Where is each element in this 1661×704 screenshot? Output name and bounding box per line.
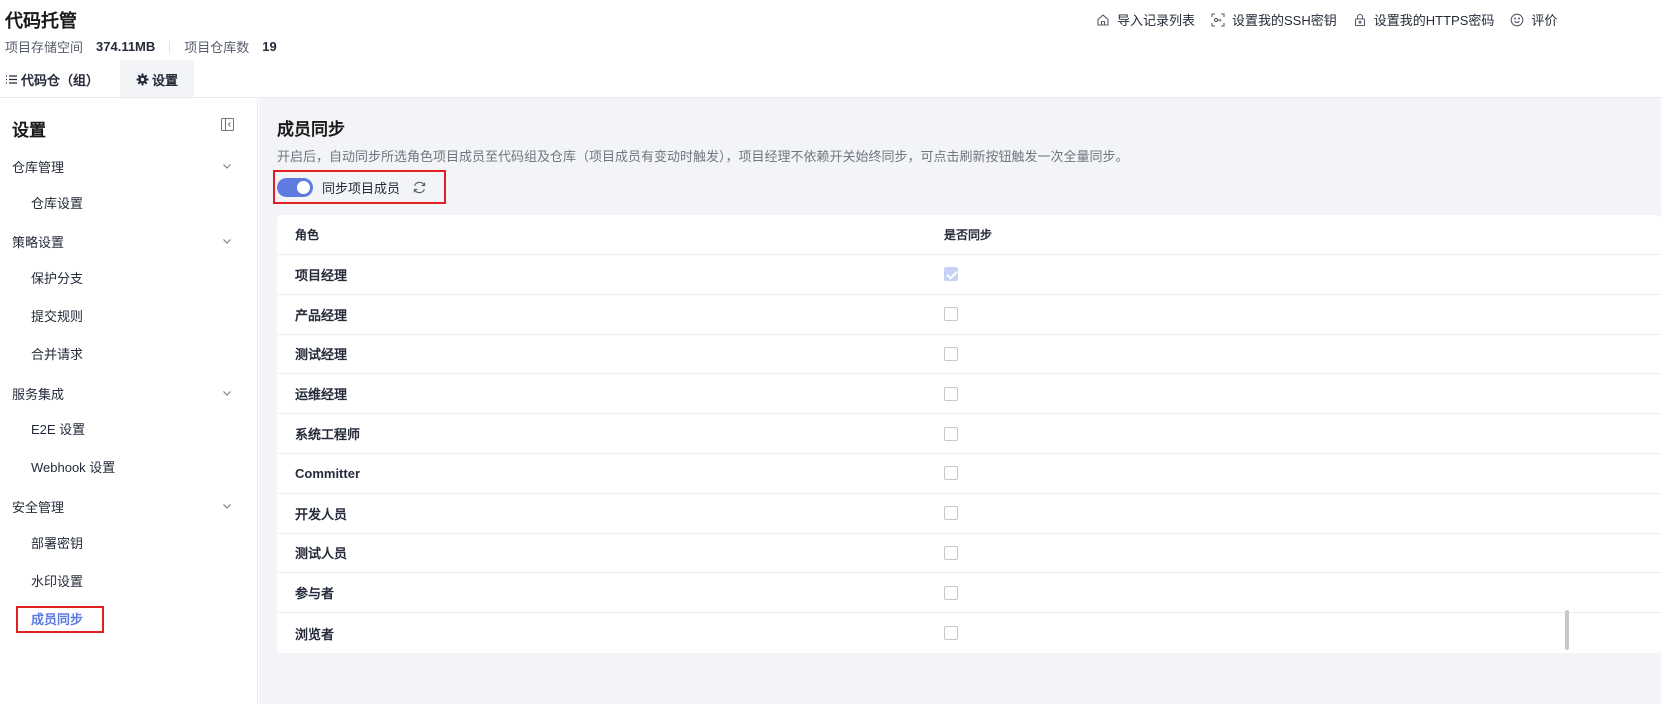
role-name: 参与者 bbox=[295, 586, 335, 602]
page-title: 代码托管 bbox=[5, 11, 77, 31]
sidebar-item-watermark-settings[interactable]: 水印设置 bbox=[31, 572, 83, 592]
storage-value: 374.11MB bbox=[96, 39, 156, 54]
https-password-link[interactable]: 设置我的HTTPS密码 bbox=[1353, 10, 1495, 29]
role-name: 测试人员 bbox=[295, 546, 348, 562]
tab-repositories-label: 代码仓（组） bbox=[21, 72, 100, 88]
role-name: 系统工程师 bbox=[295, 427, 361, 443]
tab-bar: 代码仓（组） 设置 bbox=[0, 60, 195, 98]
sidebar-item-e2e-settings[interactable]: E2E 设置 bbox=[31, 420, 85, 440]
table-row: 测试经理 bbox=[277, 335, 1661, 375]
sync-checkbox[interactable] bbox=[944, 426, 958, 441]
sync-checkbox bbox=[944, 267, 958, 282]
role-name: 运维经理 bbox=[295, 387, 348, 403]
repo-count-value: 19 bbox=[262, 39, 277, 54]
nav-group-repo-management[interactable]: 仓库管理 bbox=[12, 156, 232, 176]
section-description: 开启后，自动同步所选角色项目成员至代码组及仓库（项目成员有变动时触发），项目经理… bbox=[277, 149, 1129, 164]
https-password-label: 设置我的HTTPS密码 bbox=[1373, 13, 1495, 28]
section-title: 成员同步 bbox=[277, 120, 345, 139]
table-row: 开发人员 bbox=[277, 494, 1661, 534]
sidebar-item-merge-requests[interactable]: 合并请求 bbox=[31, 345, 83, 365]
lock-icon bbox=[1354, 13, 1365, 26]
table-row: 系统工程师 bbox=[277, 414, 1661, 454]
ssh-key-label: 设置我的SSH密钥 bbox=[1232, 13, 1337, 28]
settings-sidebar: 设置 仓库管理 仓库设置 策略设置 保护分支 提交规则 合并请求 服务集成 E2… bbox=[0, 98, 258, 704]
chevron-down-icon bbox=[223, 391, 231, 396]
nav-group-label: 策略设置 bbox=[12, 234, 65, 250]
tab-settings[interactable]: 设置 bbox=[120, 60, 195, 98]
nav-group-label: 仓库管理 bbox=[12, 159, 65, 175]
import-records-label: 导入记录列表 bbox=[1117, 13, 1196, 28]
feedback-label: 评价 bbox=[1531, 13, 1558, 28]
nav-group-label: 服务集成 bbox=[12, 386, 65, 402]
table-row: 产品经理 bbox=[277, 295, 1661, 335]
sync-checkbox[interactable] bbox=[944, 545, 958, 560]
sidebar-item-deploy-keys[interactable]: 部署密钥 bbox=[31, 534, 83, 554]
top-actions: 导入记录列表 设置我的SSH密钥 设置我的HTTPS密码 评价 bbox=[1096, 10, 1573, 29]
chevron-down-icon bbox=[223, 504, 231, 509]
sync-checkbox[interactable] bbox=[944, 307, 958, 322]
role-name: Committer bbox=[295, 465, 361, 481]
column-header-role: 角色 bbox=[295, 228, 320, 242]
project-stats: 项目存储空间 374.11MB 项目仓库数 19 bbox=[5, 37, 277, 56]
table-row: 项目经理 bbox=[277, 255, 1661, 295]
table-header-row: 角色 是否同步 bbox=[277, 215, 1661, 255]
role-sync-table: 角色 是否同步 项目经理 产品经理 测试经理 运维经理 系统工程师 Commit… bbox=[277, 215, 1661, 653]
role-name: 开发人员 bbox=[295, 506, 348, 522]
role-name: 项目经理 bbox=[295, 267, 348, 283]
nav-group-security-management[interactable]: 安全管理 bbox=[12, 496, 232, 516]
sync-checkbox[interactable] bbox=[944, 386, 958, 401]
nav-group-label: 安全管理 bbox=[12, 499, 65, 515]
storage-label: 项目存储空间 bbox=[5, 40, 84, 55]
header: 代码托管 项目存储空间 374.11MB 项目仓库数 19 导入记录列表 设置我… bbox=[0, 0, 1661, 98]
role-name: 产品经理 bbox=[295, 307, 348, 323]
sync-checkbox[interactable] bbox=[944, 506, 958, 521]
import-records-link[interactable]: 导入记录列表 bbox=[1096, 10, 1195, 29]
sync-checkbox[interactable] bbox=[944, 585, 958, 600]
chevron-down-icon bbox=[223, 164, 231, 169]
key-icon bbox=[1211, 12, 1225, 27]
collapse-sidebar-icon[interactable] bbox=[221, 118, 234, 131]
nav-group-policy-settings[interactable]: 策略设置 bbox=[12, 231, 232, 251]
list-icon bbox=[6, 74, 17, 84]
home-icon bbox=[1097, 13, 1109, 26]
gear-icon bbox=[136, 73, 149, 85]
table-row: 浏览者 bbox=[277, 613, 1661, 653]
role-name: 测试经理 bbox=[295, 347, 348, 363]
sidebar-item-protected-branches[interactable]: 保护分支 bbox=[31, 269, 83, 289]
table-row: 测试人员 bbox=[277, 534, 1661, 574]
smile-icon bbox=[1511, 13, 1524, 26]
sync-checkbox[interactable] bbox=[944, 626, 958, 641]
scrollbar-thumb[interactable] bbox=[1565, 610, 1569, 650]
sync-checkbox[interactable] bbox=[944, 466, 958, 481]
feedback-link[interactable]: 评价 bbox=[1510, 10, 1557, 29]
sidebar-item-commit-rules[interactable]: 提交规则 bbox=[31, 307, 83, 327]
sidebar-title: 设置 bbox=[12, 121, 46, 140]
column-header-sync: 是否同步 bbox=[944, 228, 993, 242]
table-row: Committer bbox=[277, 454, 1661, 494]
sidebar-item-repo-settings[interactable]: 仓库设置 bbox=[31, 194, 83, 214]
chevron-down-icon bbox=[223, 239, 231, 244]
repo-count-label: 项目仓库数 bbox=[184, 40, 250, 55]
tab-settings-label: 设置 bbox=[152, 72, 179, 88]
stats-divider bbox=[169, 40, 171, 53]
sync-members-label: 同步项目成员 bbox=[322, 180, 401, 196]
sync-toggle-group: 同步项目成员 bbox=[273, 170, 446, 204]
refresh-icon[interactable] bbox=[412, 180, 427, 195]
ssh-key-link[interactable]: 设置我的SSH密钥 bbox=[1211, 10, 1337, 29]
highlight-box bbox=[16, 606, 104, 633]
table-row: 参与者 bbox=[277, 573, 1661, 614]
table-row: 运维经理 bbox=[277, 374, 1661, 415]
role-name: 浏览者 bbox=[295, 626, 335, 642]
nav-group-service-integration[interactable]: 服务集成 bbox=[12, 383, 232, 403]
sync-members-toggle[interactable] bbox=[277, 177, 313, 197]
tab-repositories[interactable]: 代码仓（组） bbox=[0, 60, 104, 98]
main-content: 成员同步 开启后，自动同步所选角色项目成员至代码组及仓库（项目成员有变动时触发）… bbox=[259, 98, 1661, 704]
sync-checkbox[interactable] bbox=[944, 346, 958, 361]
sidebar-item-webhook-settings[interactable]: Webhook 设置 bbox=[31, 458, 115, 478]
